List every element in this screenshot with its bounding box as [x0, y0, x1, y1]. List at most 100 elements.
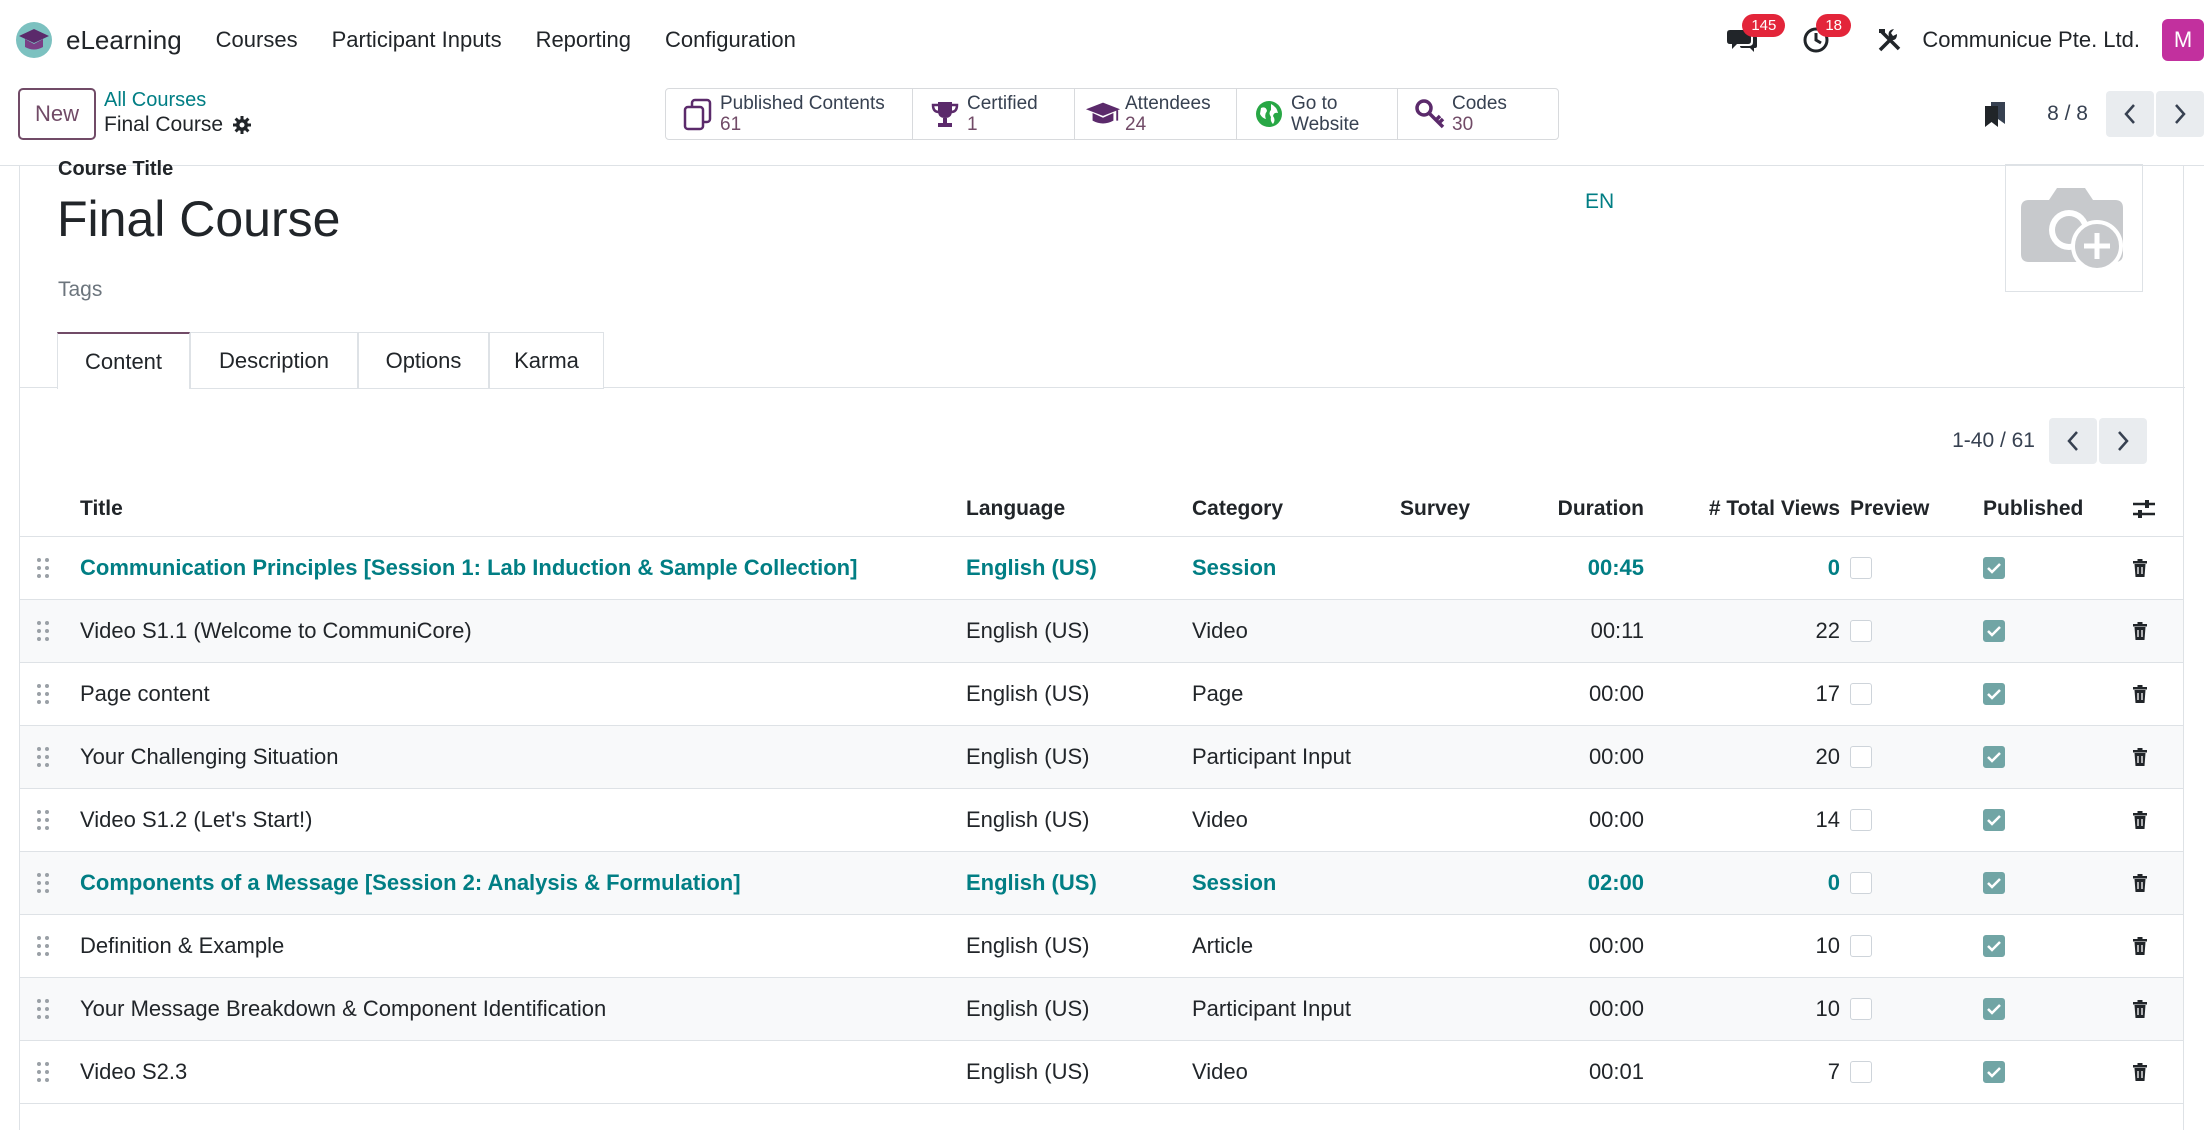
row-title[interactable]: Page content: [80, 663, 210, 725]
trash-icon: [2133, 1000, 2147, 1018]
codes-button[interactable]: Codes 30: [1398, 89, 1558, 139]
record-previous-button[interactable]: [2106, 91, 2154, 137]
list-previous-button[interactable]: [2049, 418, 2097, 464]
activities-button[interactable]: 18: [1794, 14, 1852, 62]
row-title[interactable]: Video S1.2 (Let's Start!): [80, 789, 312, 851]
attendees-button[interactable]: Attendees 24: [1075, 89, 1237, 139]
preview-checkbox[interactable]: [1850, 683, 1872, 705]
table-row[interactable]: Video S1.1 (Welcome to CommuniCore) Engli…: [20, 600, 2183, 663]
table-row[interactable]: Your Message Breakdown & Component Ident…: [20, 978, 2183, 1041]
table-row[interactable]: Page content English (US) Page 00:00 17: [20, 663, 2183, 726]
drag-handle[interactable]: [36, 978, 60, 1040]
drag-handle[interactable]: [36, 1041, 60, 1103]
published-checkbox[interactable]: [1983, 557, 2005, 579]
drag-handle[interactable]: [36, 789, 60, 851]
delete-row-button[interactable]: [2132, 600, 2148, 662]
preview-checkbox[interactable]: [1850, 1061, 1872, 1083]
drag-handle[interactable]: [36, 726, 60, 788]
translate-button[interactable]: EN: [1585, 190, 1614, 214]
column-total-views[interactable]: # Total Views: [1700, 482, 1840, 536]
record-next-button[interactable]: [2156, 91, 2204, 137]
table-row-section[interactable]: Communication Principles [Session 1: Lab…: [20, 537, 2183, 600]
delete-row-button[interactable]: [2132, 852, 2148, 914]
menu-item-reporting[interactable]: Reporting: [536, 27, 631, 53]
delete-row-button[interactable]: [2132, 978, 2148, 1040]
preview-checkbox[interactable]: [1850, 872, 1872, 894]
user-avatar[interactable]: M: [2162, 19, 2204, 61]
app-brand[interactable]: eLearning: [14, 20, 182, 60]
preview-checkbox[interactable]: [1850, 620, 1872, 642]
row-title[interactable]: Communication Principles [Session 1: Lab…: [80, 537, 857, 599]
column-duration[interactable]: Duration: [1520, 482, 1644, 536]
published-checkbox[interactable]: [1983, 809, 2005, 831]
company-switcher[interactable]: Communicue Pte. Ltd.: [1922, 27, 2140, 53]
go-to-website-button[interactable]: Go to Website: [1237, 89, 1398, 139]
published-checkbox[interactable]: [1983, 998, 2005, 1020]
preview-checkbox[interactable]: [1850, 998, 1872, 1020]
optional-columns-toggle[interactable]: [2132, 482, 2156, 536]
row-title[interactable]: Video S2.3: [80, 1041, 187, 1103]
tags-input[interactable]: Tags: [58, 278, 102, 302]
column-category[interactable]: Category: [1192, 482, 1283, 536]
row-category: Session: [1192, 870, 1277, 895]
new-button[interactable]: New: [18, 88, 96, 140]
table-row[interactable]: Video S2.3 English (US) Video 00:01 7: [20, 1041, 2183, 1104]
table-row[interactable]: Video S1.2 (Let's Start!) English (US) Vid…: [20, 789, 2183, 852]
course-title-input[interactable]: Final Course: [57, 190, 340, 248]
drag-handle[interactable]: [36, 537, 60, 599]
menu-item-participant-inputs[interactable]: Participant Inputs: [332, 27, 502, 53]
row-language: English (US): [966, 555, 1097, 580]
menu-item-courses[interactable]: Courses: [216, 27, 298, 53]
table-row[interactable]: Definition & Example English (US) Article 0…: [20, 915, 2183, 978]
column-preview[interactable]: Preview: [1850, 482, 1929, 536]
course-image-upload[interactable]: [2005, 164, 2143, 292]
delete-row-button[interactable]: [2132, 789, 2148, 851]
navbar-systray: 145 18 Communicue Pte. Ltd. M: [1720, 0, 2204, 80]
list-next-button[interactable]: [2099, 418, 2147, 464]
column-published[interactable]: Published: [1983, 482, 2083, 536]
menu-item-configuration[interactable]: Configuration: [665, 27, 796, 53]
delete-row-button[interactable]: [2132, 663, 2148, 725]
column-title[interactable]: Title: [80, 482, 123, 536]
tab-content[interactable]: Content: [57, 332, 190, 389]
published-contents-button[interactable]: Published Contents 61: [666, 89, 913, 139]
tab-options[interactable]: Options: [358, 332, 489, 389]
table-row-section[interactable]: Components of a Message [Session 2: Anal…: [20, 852, 2183, 915]
column-survey[interactable]: Survey: [1400, 482, 1470, 536]
row-title[interactable]: Video S1.1 (Welcome to CommuniCore): [80, 600, 472, 662]
debug-tools-button[interactable]: [1868, 18, 1912, 62]
published-checkbox[interactable]: [1983, 872, 2005, 894]
preview-checkbox[interactable]: [1850, 935, 1872, 957]
published-checkbox[interactable]: [1983, 683, 2005, 705]
gear-icon[interactable]: [233, 116, 252, 134]
bookmark-icon[interactable]: [1983, 100, 2007, 128]
drag-handle[interactable]: [36, 915, 60, 977]
drag-handle[interactable]: [36, 600, 60, 662]
published-checkbox[interactable]: [1983, 746, 2005, 768]
published-checkbox[interactable]: [1983, 935, 2005, 957]
row-title[interactable]: Definition & Example: [80, 915, 284, 977]
preview-checkbox[interactable]: [1850, 746, 1872, 768]
published-checkbox[interactable]: [1983, 620, 2005, 642]
delete-row-button[interactable]: [2132, 915, 2148, 977]
drag-handle[interactable]: [36, 852, 60, 914]
published-checkbox[interactable]: [1983, 1061, 2005, 1083]
table-row[interactable]: Your Challenging Situation English (US) Pa…: [20, 726, 2183, 789]
tab-karma[interactable]: Karma: [489, 332, 604, 389]
preview-checkbox[interactable]: [1850, 809, 1872, 831]
row-title[interactable]: Your Challenging Situation: [80, 726, 339, 788]
messages-button[interactable]: 145: [1720, 14, 1786, 62]
drag-handle[interactable]: [36, 663, 60, 725]
delete-row-button[interactable]: [2132, 537, 2148, 599]
record-pager-value[interactable]: 8 / 8: [2047, 102, 2088, 126]
delete-row-button[interactable]: [2132, 726, 2148, 788]
tab-description[interactable]: Description: [190, 332, 358, 389]
certified-button[interactable]: Certified 1: [913, 89, 1075, 139]
column-language[interactable]: Language: [966, 482, 1065, 536]
preview-checkbox[interactable]: [1850, 557, 1872, 579]
list-pager-value[interactable]: 1-40 / 61: [1952, 429, 2035, 453]
breadcrumb-all-courses[interactable]: All Courses: [104, 89, 206, 112]
row-title[interactable]: Components of a Message [Session 2: Anal…: [80, 852, 741, 914]
row-title[interactable]: Your Message Breakdown & Component Ident…: [80, 978, 606, 1040]
delete-row-button[interactable]: [2132, 1041, 2148, 1103]
